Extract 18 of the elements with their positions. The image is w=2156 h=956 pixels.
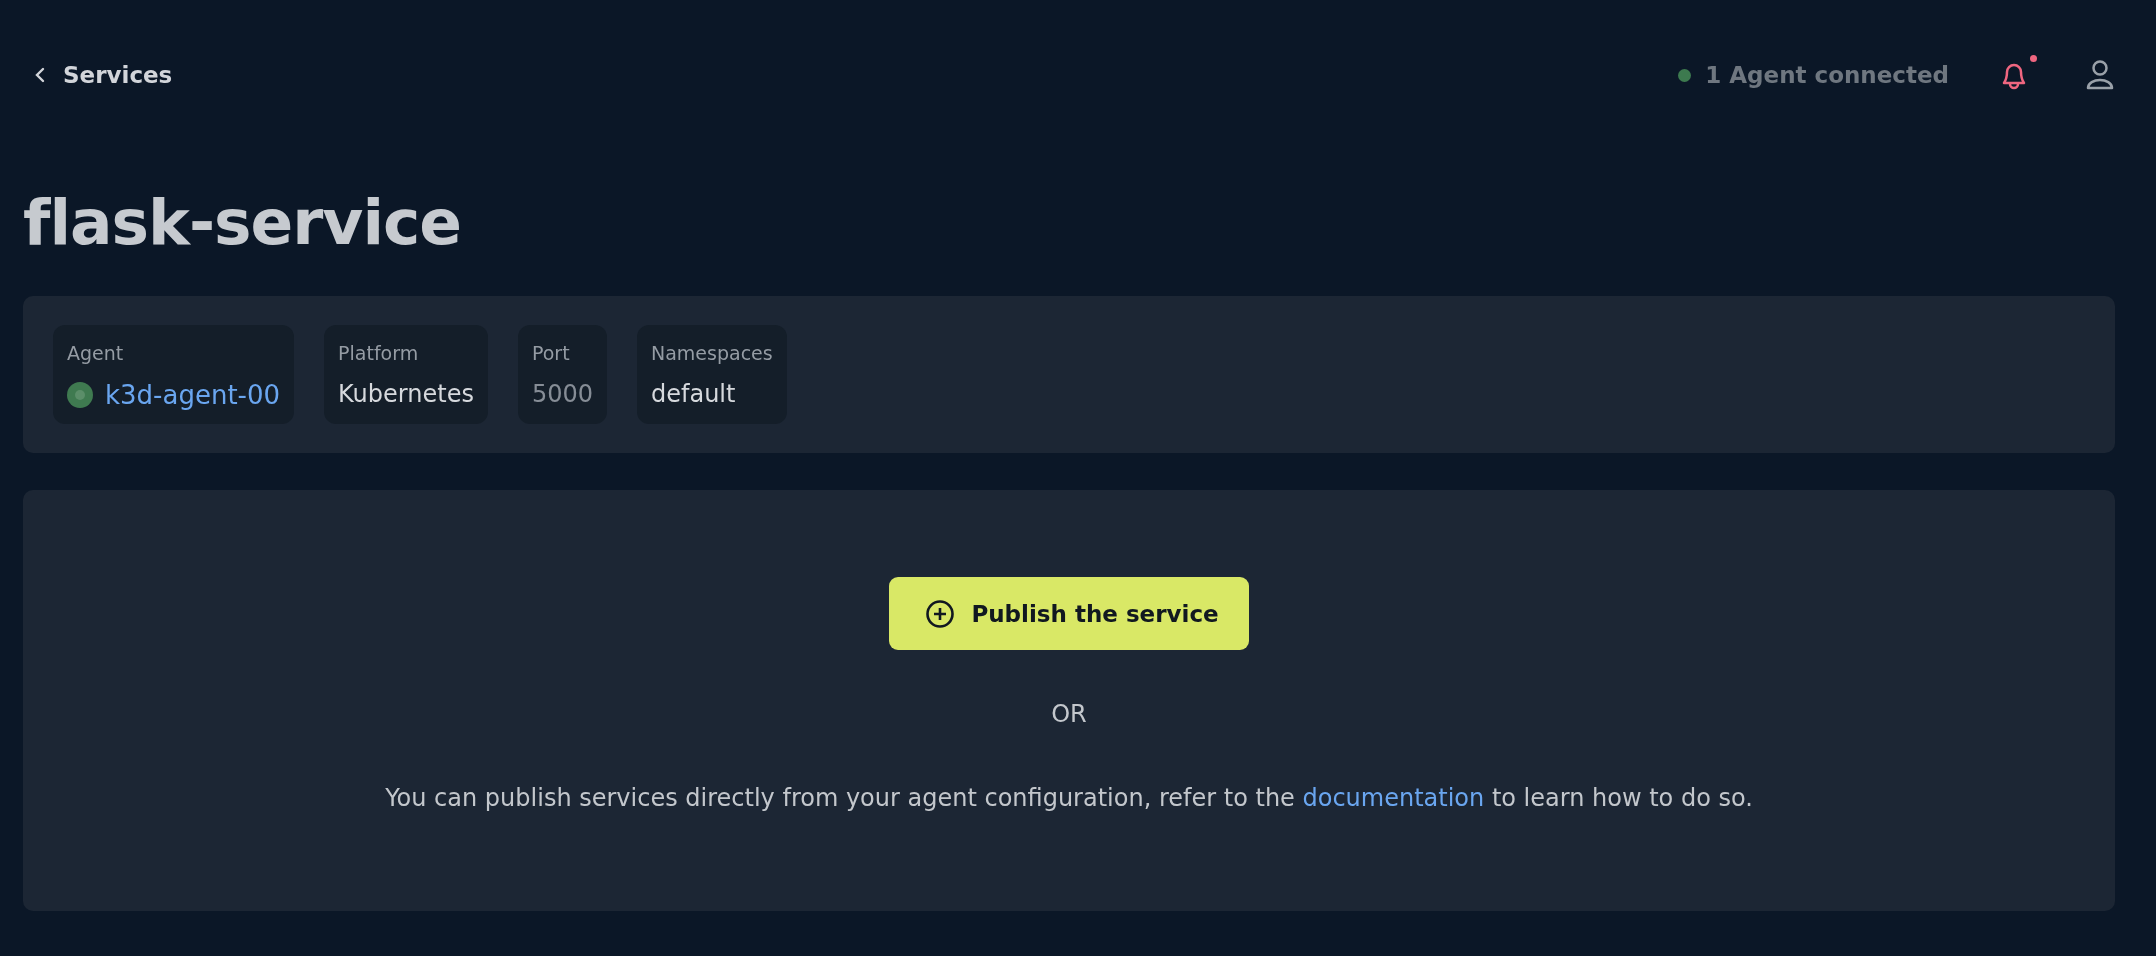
detail-label: Port bbox=[531, 342, 571, 364]
publish-button[interactable]: Publish the service bbox=[889, 577, 1249, 650]
detail-value: Kubernetes bbox=[338, 380, 474, 408]
separator-text: OR bbox=[1051, 700, 1087, 728]
detail-value: default bbox=[651, 380, 737, 408]
help-text: You can publish services directly from your agent configuration, refer to the documentation to learn how to do so. bbox=[385, 784, 1753, 812]
agent-link[interactable]: k3d-agent-00 bbox=[105, 380, 281, 410]
user-icon[interactable] bbox=[2085, 59, 2115, 91]
plus-circle-icon bbox=[925, 598, 956, 629]
detail-label: Namespaces bbox=[651, 342, 773, 364]
detail-label: Agent bbox=[67, 342, 125, 364]
detail-value: 5000 bbox=[531, 380, 593, 408]
chevron-left-icon bbox=[35, 67, 45, 83]
page-title: flask-service bbox=[23, 185, 463, 261]
detail-label: Platform bbox=[338, 342, 420, 364]
agent-status: 1 Agent connected bbox=[1705, 62, 1949, 88]
documentation-link[interactable]: documentation bbox=[1302, 784, 1485, 812]
back-link[interactable]: Services bbox=[23, 62, 173, 88]
